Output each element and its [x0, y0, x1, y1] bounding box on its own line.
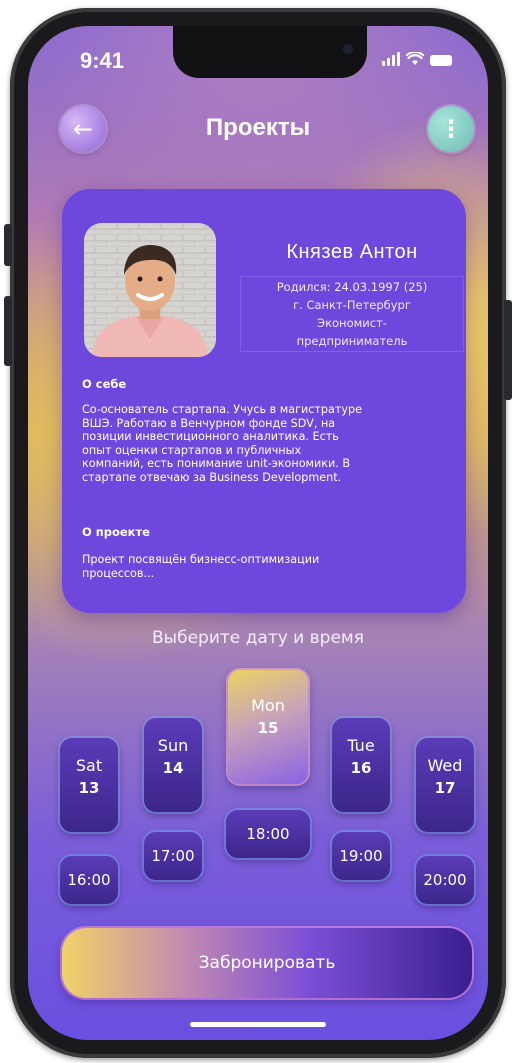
- time-slot-1600[interactable]: 16:00: [60, 856, 118, 904]
- more-vertical-icon: ⋮: [439, 115, 463, 143]
- status-time: 9:41: [80, 48, 125, 73]
- day-number: 13: [78, 779, 100, 797]
- time-slot-2000[interactable]: 20:00: [416, 856, 474, 904]
- about-line: позиции инвестиционного аналитика. Есть: [82, 430, 339, 444]
- status-icons: [382, 52, 452, 66]
- profile-details: Родился: 24.03.1997 (25) г. Санкт-Петерб…: [240, 276, 464, 352]
- city: г. Санкт-Петербург: [293, 298, 411, 312]
- camera-icon: [343, 44, 353, 54]
- about-line: опыт оценки стартапов и публичных: [82, 443, 302, 457]
- about-line: Со-основатель стартапа. Учусь в магистра…: [82, 403, 362, 416]
- about-text: Со-основатель стартапа. Учусь в магистра…: [82, 403, 454, 485]
- day-number: 15: [257, 719, 279, 737]
- day-card-tue[interactable]: Tue 16: [332, 718, 390, 812]
- about-line: стартапе отвечаю за Business Development…: [82, 470, 342, 484]
- volume-button: [4, 296, 12, 366]
- day-card-wed[interactable]: Wed 17: [416, 738, 474, 832]
- wifi-icon: [406, 52, 424, 65]
- power-button: [504, 300, 512, 400]
- about-heading: О себе: [82, 377, 127, 391]
- mute-switch: [4, 224, 12, 266]
- screen: 9:41 ← Проекты ⋮ Князев Антон Родился: 2…: [28, 26, 488, 1040]
- battery-icon: [430, 55, 452, 66]
- day-name: Mon: [251, 696, 285, 715]
- time-slot-1700[interactable]: 17:00: [144, 832, 202, 880]
- day-name: Tue: [347, 736, 375, 755]
- about-line: ВШЭ. Работаю в Венчурном фонде SDV, на: [82, 416, 336, 430]
- profile-name: Князев Антон: [286, 241, 418, 263]
- day-name: Wed: [427, 756, 463, 775]
- page-title: Проекты: [205, 114, 311, 141]
- day-name: Sun: [157, 736, 189, 755]
- about-line: компаний, есть понимание unit-экономики.…: [82, 457, 351, 471]
- project-text: Проект посвящён бизнесс-оптимизации проц…: [82, 553, 454, 580]
- day-number: 16: [350, 759, 372, 777]
- time-slot-1900[interactable]: 19:00: [332, 832, 390, 880]
- book-button[interactable]: Забронировать: [62, 928, 472, 998]
- day-number: 14: [162, 759, 184, 777]
- home-indicator[interactable]: [190, 1022, 326, 1027]
- project-line: процессов...: [82, 566, 155, 580]
- profile-card: Князев Антон Родился: 24.03.1997 (25) г.…: [62, 189, 466, 613]
- day-card-sun[interactable]: Sun 14: [144, 718, 202, 812]
- time-slot-1800[interactable]: 18:00: [226, 810, 310, 858]
- birth-date: Родился: 24.03.1997 (25): [276, 280, 428, 294]
- profession-line-2: предприниматель: [296, 334, 408, 348]
- project-heading: О проекте: [82, 525, 150, 539]
- day-number: 17: [434, 779, 456, 797]
- project-line: Проект посвящён бизнесс-оптимизации: [82, 553, 320, 566]
- day-card-mon-selected[interactable]: Mon 15: [228, 670, 308, 784]
- day-name: Sat: [75, 756, 103, 775]
- day-card-sat[interactable]: Sat 13: [60, 738, 118, 832]
- profession-line-1: Экономист-: [317, 316, 387, 330]
- avatar-photo: [84, 223, 216, 357]
- signal-icon: [382, 52, 400, 66]
- menu-button[interactable]: ⋮: [428, 106, 474, 152]
- choose-date-label: Выберите дату и время: [152, 628, 364, 648]
- avatar: [84, 223, 216, 357]
- notch: [173, 26, 367, 78]
